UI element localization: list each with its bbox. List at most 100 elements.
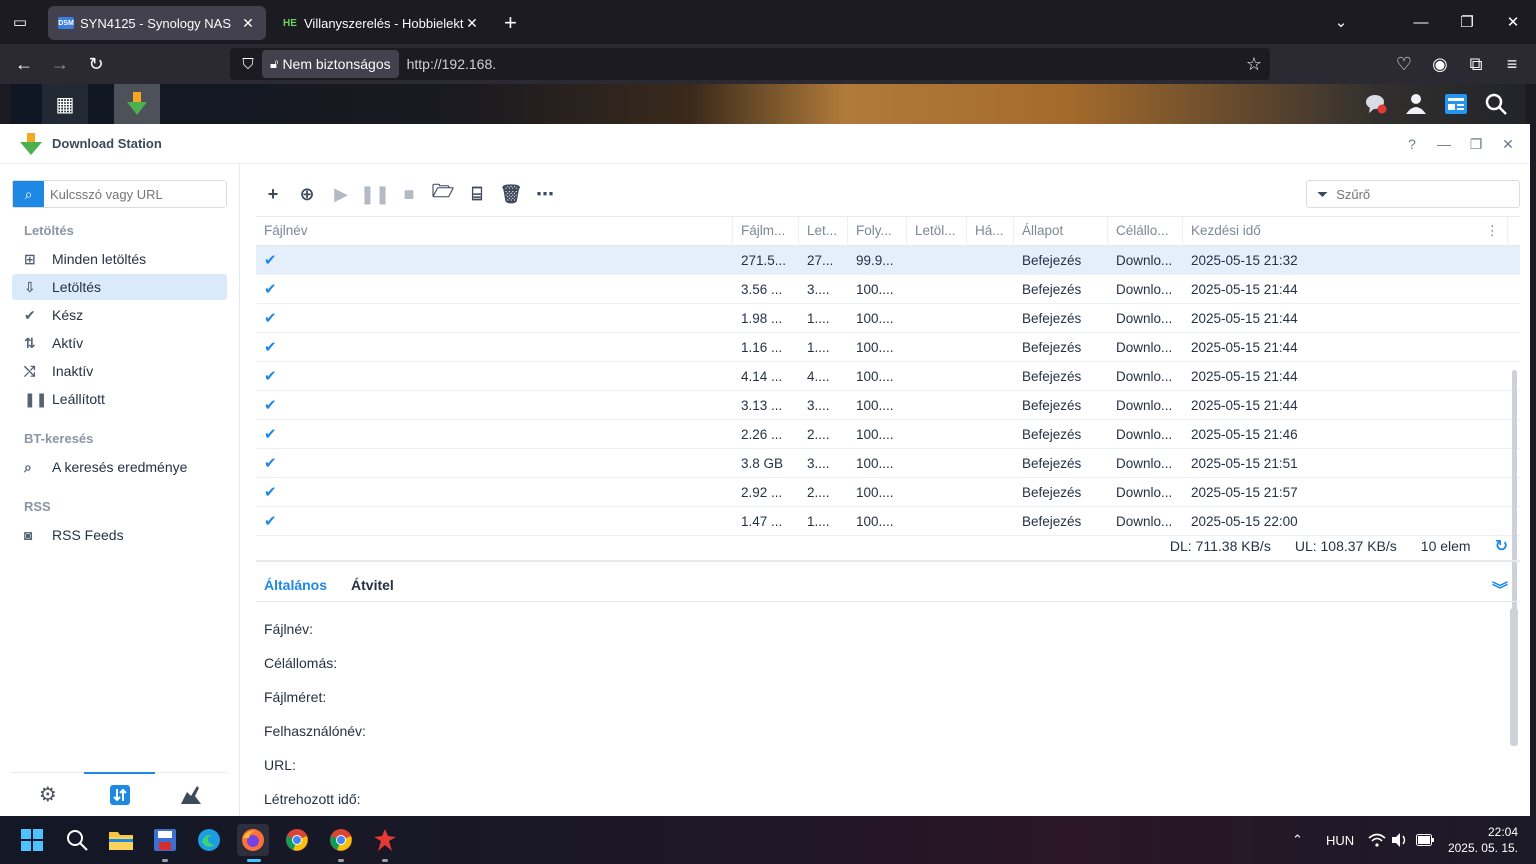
language-indicator[interactable]: HUN [1326, 816, 1354, 864]
add-url-icon[interactable]: ⊕ [290, 180, 324, 208]
security-indicator[interactable]: 🔓︎ Nem biztonságos [262, 50, 399, 78]
filter-input[interactable] [1336, 186, 1497, 202]
table-row[interactable]: ✔ 3.8 GB 3.... 100.... Befejezés Downlo... 202… [256, 449, 1520, 478]
start-time-cell: 2025-05-15 21:32 [1191, 252, 1298, 268]
tab-close-icon[interactable]: ✕ [464, 15, 480, 32]
extensions-icon[interactable]: ⧉ [1464, 52, 1488, 76]
refresh-icon[interactable]: ↻ [1495, 536, 1508, 556]
list-all-tabs-icon[interactable]: ⌄ [1318, 0, 1364, 44]
chrome-profile-browser-icon[interactable] [325, 824, 357, 862]
windows-start-icon[interactable] [16, 824, 48, 856]
close-window-icon[interactable]: ✕ [1490, 0, 1536, 44]
column-header-downloaded[interactable]: Let... [799, 216, 848, 246]
minimize-window-icon[interactable]: — [1398, 0, 1444, 44]
column-header-destination[interactable]: Célállo... [1108, 216, 1183, 246]
column-header-start-time[interactable]: Kezdési idő ⋮ [1183, 216, 1508, 246]
sidebar-item-inactive[interactable]: ⤭ Inaktív [12, 358, 227, 384]
address-bar[interactable]: ⛉ 🔓︎ Nem biztonságos http://192.168. ☆ [230, 48, 1270, 80]
sidebar-item-stopped[interactable]: ❚❚ Leállított [12, 386, 227, 412]
firefox-browser-icon[interactable] [237, 824, 269, 862]
chat-notification-icon[interactable] [1356, 84, 1396, 124]
search-icon[interactable]: ⌕ [13, 181, 44, 207]
close-icon[interactable]: ✕ [1500, 136, 1516, 152]
tab-close-icon[interactable]: ✕ [240, 15, 256, 32]
sidebar-item-all-downloads[interactable]: ⊞ Minden letöltés [12, 246, 227, 272]
table-row[interactable]: ✔ 1.98 ... 1.... 100.... Befejezés Downlo... 2… [256, 304, 1520, 333]
show-hidden-icons-chevron-icon[interactable]: ⌃ [1292, 816, 1303, 864]
search-icon[interactable] [1476, 84, 1516, 124]
edge-browser-icon[interactable] [193, 824, 225, 856]
sidebar-item-label: Kész [52, 307, 84, 323]
transfer-icon[interactable] [83, 772, 156, 816]
sidebar-item-completed[interactable]: ✔ Kész [12, 302, 227, 328]
table-row[interactable]: ✔ 3.56 ... 3.... 100.... Befejezés Downlo... 2… [256, 275, 1520, 304]
taskbar-search-icon[interactable] [61, 824, 93, 856]
user-icon[interactable] [1396, 84, 1436, 124]
widgets-icon[interactable] [1436, 84, 1476, 124]
delete-icon[interactable]: 🗑︎ [494, 180, 528, 208]
battery-icon[interactable] [1416, 816, 1434, 864]
keyword-url-input[interactable] [44, 181, 226, 207]
emule-icon[interactable] [155, 773, 227, 816]
help-icon[interactable]: ? [1404, 136, 1420, 152]
table-row[interactable]: ✔ 2.26 ... 2.... 100.... Befejezés Downlo... 2… [256, 420, 1520, 449]
tab-synology[interactable]: DSM SYN4125 - Synology NAS ✕ [48, 6, 266, 40]
sidebar-item-rss-feeds[interactable]: ◙ RSS Feeds [12, 522, 227, 548]
maximize-icon[interactable]: ❐ [1468, 136, 1484, 152]
account-icon[interactable]: ◉ [1428, 52, 1452, 76]
table-row[interactable]: ✔ 271.5... 27... 99.9... Befejezés Downlo... 2… [256, 246, 1520, 275]
stop-icon[interactable]: ■ [392, 180, 426, 208]
sidebar-item-search-results[interactable]: ⌕ A keresés eredménye [12, 454, 227, 480]
save-app-icon[interactable] [149, 824, 181, 862]
clear-completed-icon[interactable]: ⌸ [460, 180, 494, 208]
download-station-taskbar-icon[interactable] [114, 84, 160, 124]
url-search-box[interactable]: ⌕ [12, 180, 227, 208]
url-text[interactable]: http://192.168. [407, 56, 497, 72]
menu-icon[interactable]: ≡ [1500, 52, 1524, 76]
sidebar-item-active[interactable]: ⇅ Aktív [12, 330, 227, 356]
table-row[interactable]: ✔ 1.16 ... 1.... 100.... Befejezés Downlo... 2… [256, 333, 1520, 362]
back-icon[interactable]: ← [12, 52, 36, 76]
column-header-status[interactable]: Állapot [1014, 216, 1108, 246]
tab-hobbielektronika[interactable]: HE Villanyszerelés - Hobbielektronika ✕ [272, 6, 490, 40]
add-icon[interactable]: + [256, 180, 290, 208]
new-tab-button[interactable]: + [504, 10, 517, 36]
system-clock[interactable]: 22:04 2025. 05. 15. [1448, 824, 1518, 856]
settings-gear-icon[interactable]: ⚙ [12, 773, 84, 816]
table-row[interactable]: ✔ 2.92 ... 2.... 100.... Befejezés Downlo... 2… [256, 478, 1520, 507]
table-row[interactable]: ✔ 3.13 ... 3.... 100.... Befejezés Downlo... 2… [256, 391, 1520, 420]
red-app-icon[interactable] [369, 824, 401, 862]
tab-general[interactable]: Általános [264, 577, 327, 593]
column-header-filename[interactable]: Fájlnév [256, 216, 733, 246]
main-menu-grid-icon[interactable]: ▦ [42, 84, 88, 124]
column-header-progress[interactable]: Foly... [848, 216, 907, 246]
table-row[interactable]: ✔ 4.14 ... 4.... 100.... Befejezés Downlo... 2… [256, 362, 1520, 391]
volume-icon[interactable] [1392, 816, 1408, 864]
details-scrollbar[interactable] [1510, 608, 1518, 746]
tab-transfer[interactable]: Átvitel [351, 577, 394, 593]
file-explorer-icon[interactable] [105, 824, 137, 856]
chrome-browser-icon[interactable] [281, 824, 313, 856]
restore-window-icon[interactable]: ❐ [1444, 0, 1490, 44]
wifi-icon[interactable] [1368, 816, 1386, 864]
reload-icon[interactable]: ↻ [84, 52, 108, 76]
bookmark-star-icon[interactable]: ☆ [1246, 54, 1262, 75]
sidebar-item-downloading[interactable]: ⇩ Letöltés [12, 274, 227, 300]
open-folder-icon[interactable]: 🗁︎ [426, 180, 460, 208]
collapse-chevron-icon[interactable]: ︾ [1492, 576, 1508, 600]
pocket-icon[interactable]: ♡ [1392, 52, 1416, 76]
shield-icon[interactable]: ⛉ [234, 56, 262, 73]
column-menu-icon[interactable]: ⋮ [1486, 216, 1500, 246]
resume-icon[interactable]: ▶ [324, 180, 358, 208]
minimize-icon[interactable]: — [1436, 136, 1452, 152]
more-icon[interactable]: ⋯ [528, 180, 562, 208]
forward-icon[interactable]: → [48, 52, 72, 76]
column-header-filesize[interactable]: Fájlm... [733, 216, 799, 246]
pause-icon[interactable]: ❚❚ [358, 180, 392, 208]
tab-list-icon[interactable]: ▭ [0, 0, 40, 44]
status-cell: Befejezés [1022, 397, 1082, 413]
column-header-remaining[interactable]: Há... [967, 216, 1014, 246]
completed-check-icon: ✔ [264, 310, 277, 327]
column-header-download-speed[interactable]: Letöl... [907, 216, 967, 246]
filter-box[interactable]: ⏷ [1306, 180, 1520, 208]
